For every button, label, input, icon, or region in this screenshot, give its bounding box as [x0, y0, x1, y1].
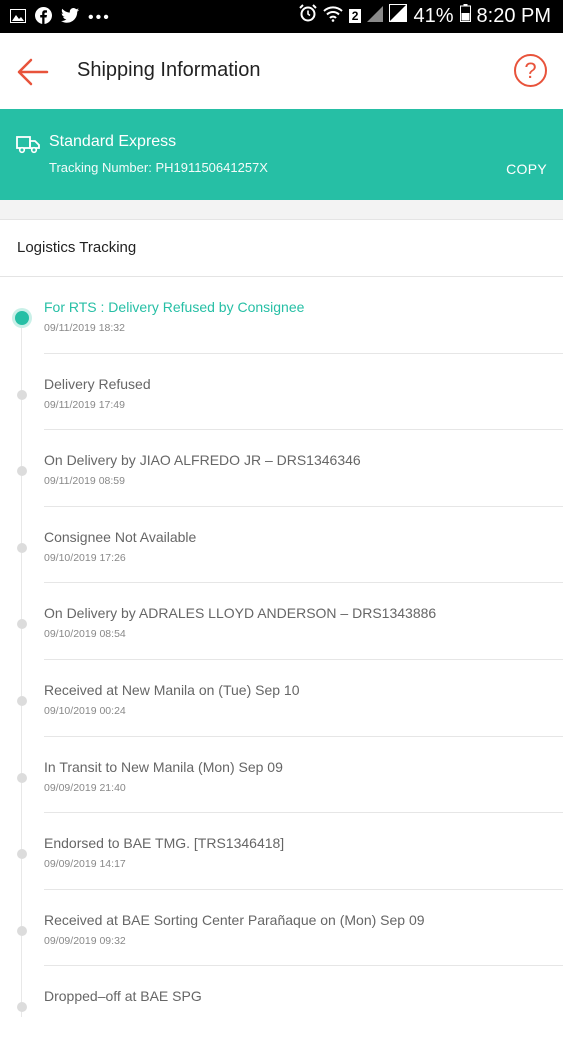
timeline-dot-icon [15, 311, 29, 325]
timeline-dot-icon [17, 1002, 27, 1013]
tracking-event: Endorsed to BAE TMG. [TRS1346418] 09/09/2… [0, 813, 563, 890]
shipping-banner: Standard Express Tracking Number: PH1911… [0, 109, 563, 200]
event-time: 09/09/2019 14:17 [44, 858, 126, 871]
battery-percentage: 41% [413, 4, 454, 27]
page-title: Shipping Information [77, 59, 261, 81]
alarm-icon [299, 4, 317, 28]
battery-icon [459, 4, 471, 28]
help-icon[interactable]: ? [514, 54, 547, 87]
twitter-icon [61, 8, 79, 28]
event-time: 09/10/2019 08:54 [44, 628, 126, 641]
gallery-icon [10, 8, 26, 28]
timeline-dot-icon [17, 772, 27, 783]
section-title: Logistics Tracking [17, 239, 137, 256]
back-arrow-icon[interactable] [16, 55, 50, 89]
app-bar: Shipping Information ? [0, 33, 563, 109]
event-time: 09/11/2019 18:32 [44, 322, 125, 334]
sim-badge: 2 [348, 9, 362, 23]
event-status: Received at New Manila on (Tue) Sep 10 [44, 681, 300, 698]
copy-button[interactable]: COPY [506, 161, 547, 177]
event-time: 09/11/2019 08:59 [44, 475, 125, 488]
event-time: 09/10/2019 17:26 [44, 551, 126, 564]
timeline-dot-icon [17, 466, 27, 477]
tracking-event: Consignee Not Available 09/10/2019 17:26 [0, 507, 563, 584]
timeline-dot-icon [17, 695, 27, 706]
shipping-method: Standard Express [49, 133, 177, 150]
timeline-dot-icon [17, 542, 27, 553]
tracking-event: On Delivery by JIAO ALFREDO JR – DRS1346… [0, 430, 563, 507]
logistics-header: Logistics Tracking [0, 220, 563, 277]
event-time: 09/09/2019 21:40 [44, 781, 126, 794]
event-status: Received at BAE Sorting Center Parañaque… [44, 911, 425, 928]
event-status: Dropped–off at BAE SPG [44, 988, 202, 1005]
tracking-event: Received at New Manila on (Tue) Sep 10 09… [0, 660, 563, 737]
signal-icon [389, 4, 408, 28]
wifi-icon [323, 5, 343, 28]
clock: 8:20 PM [476, 4, 551, 27]
tracking-event: Received at BAE Sorting Center Parañaque… [0, 890, 563, 967]
tracking-event: For RTS : Delivery Refused by Consignee 0… [0, 277, 563, 354]
event-status: For RTS : Delivery Refused by Consignee [44, 299, 305, 315]
signal-icon [367, 5, 384, 28]
tracking-event: On Delivery by ADRALES LLOYD ANDERSON – … [0, 583, 563, 660]
tracking-event: In Transit to New Manila (Mon) Sep 09 09/… [0, 737, 563, 814]
event-time: 09/10/2019 00:24 [44, 704, 126, 717]
tracking-event: Dropped–off at BAE SPG [0, 966, 563, 1043]
tracking-number: Tracking Number: PH191150641257X [49, 160, 268, 175]
event-status: On Delivery by JIAO ALFREDO JR – DRS1346… [44, 452, 361, 469]
event-status: Consignee Not Available [44, 528, 197, 545]
event-status: Delivery Refused [44, 375, 151, 392]
section-divider [0, 200, 563, 220]
status-bar: ••• 2 41% 8:20 PM [0, 0, 563, 33]
facebook-icon [35, 7, 52, 29]
event-time: 09/11/2019 17:49 [44, 398, 125, 411]
event-status: In Transit to New Manila (Mon) Sep 09 [44, 758, 283, 775]
event-status: On Delivery by ADRALES LLOYD ANDERSON – … [44, 605, 437, 622]
timeline-dot-icon [17, 849, 27, 860]
tracking-timeline: For RTS : Delivery Refused by Consignee 0… [0, 277, 563, 1043]
event-time: 09/09/2019 09:32 [44, 934, 126, 947]
timeline-dot-icon [17, 925, 27, 936]
timeline-dot-icon [17, 389, 27, 400]
tracking-event: Delivery Refused 09/11/2019 17:49 [0, 354, 563, 431]
timeline-dot-icon [17, 619, 27, 630]
more-notifications-icon: ••• [88, 9, 111, 26]
truck-icon [16, 134, 40, 154]
event-status: Endorsed to BAE TMG. [TRS1346418] [44, 835, 285, 852]
